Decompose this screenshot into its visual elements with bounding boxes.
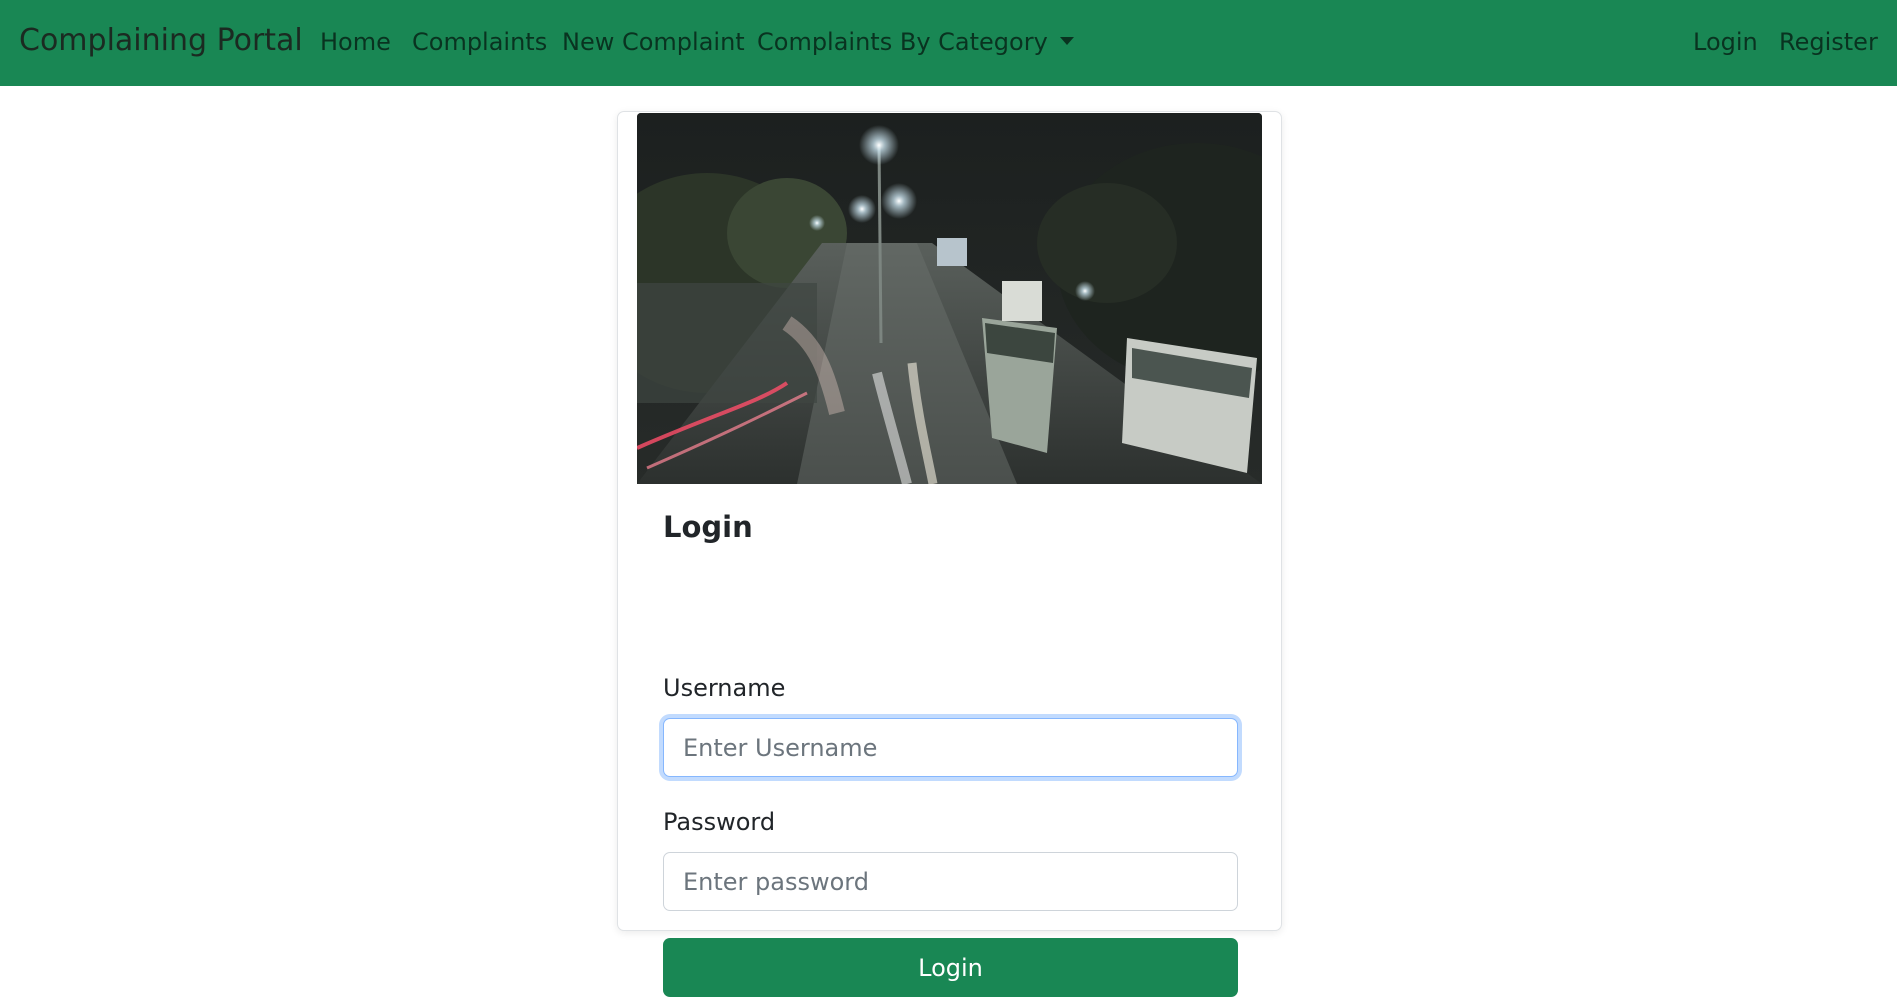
chevron-down-icon	[1059, 37, 1074, 45]
nav-login[interactable]: Login	[1693, 28, 1758, 56]
nav-home[interactable]: Home	[320, 28, 391, 56]
card-image	[637, 113, 1262, 484]
brand-link[interactable]: Complaining Portal	[19, 23, 303, 58]
password-label: Password	[663, 808, 776, 836]
nav-complaints[interactable]: Complaints	[412, 28, 547, 56]
username-input[interactable]	[663, 718, 1238, 777]
nav-register[interactable]: Register	[1779, 28, 1878, 56]
login-button[interactable]: Login	[663, 938, 1238, 997]
top-navbar: Complaining Portal Home Complaints New C…	[0, 0, 1897, 86]
night-street-traffic-photo	[637, 113, 1262, 484]
password-input[interactable]	[663, 852, 1238, 911]
login-card: Login Username Password Login	[617, 111, 1282, 997]
nav-new-complaint[interactable]: New Complaint	[562, 28, 745, 56]
login-title: Login	[663, 510, 753, 544]
nav-complaints-by-category-dropdown[interactable]: Complaints By Category	[757, 28, 1074, 56]
nav-complaints-by-category-label: Complaints By Category	[757, 28, 1048, 56]
username-label: Username	[663, 674, 786, 702]
